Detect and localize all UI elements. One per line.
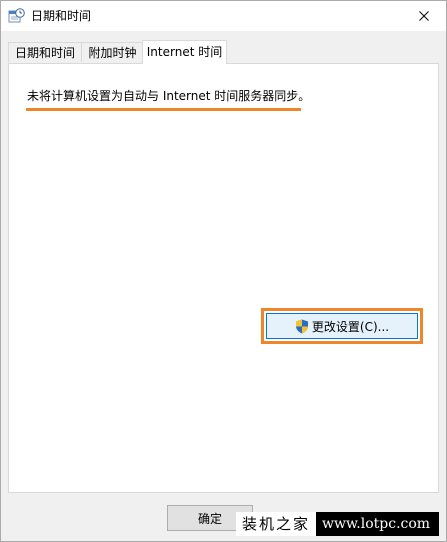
tab-additional-clocks[interactable]: 附加时钟 [81,42,144,62]
title-bar: 日期和时间 [1,1,446,31]
tab-label: Internet 时间 [146,45,223,59]
change-settings-button[interactable]: 更改设置(C)... [266,313,418,339]
watermark-brand: 装机之家 [236,512,317,536]
uac-shield-icon [295,319,308,333]
tab-internet-time[interactable]: Internet 时间 [142,40,227,64]
date-time-dialog: 日期和时间 日期和时间 附加时钟 Internet 时间 未将计算机设置为自动与… [0,0,447,542]
highlight-underline [26,108,301,111]
watermark: 装机之家 www.lotpc.com [236,512,439,536]
close-button[interactable] [402,1,446,31]
tab-date-time[interactable]: 日期和时间 [8,42,82,62]
internet-time-panel: 未将计算机设置为自动与 Internet 时间服务器同步。 更改设置(C)... [8,63,439,493]
close-icon [419,11,429,21]
window-title: 日期和时间 [31,9,92,23]
change-settings-label: 更改设置(C)... [311,319,390,334]
tab-label: 日期和时间 [14,46,75,60]
sync-status-text: 未将计算机设置为自动与 Internet 时间服务器同步。 [27,89,311,103]
watermark-url: www.lotpc.com [316,512,439,536]
tab-label: 附加时钟 [88,46,137,60]
ok-label: 确定 [197,511,222,526]
clock-calendar-icon [8,8,25,23]
